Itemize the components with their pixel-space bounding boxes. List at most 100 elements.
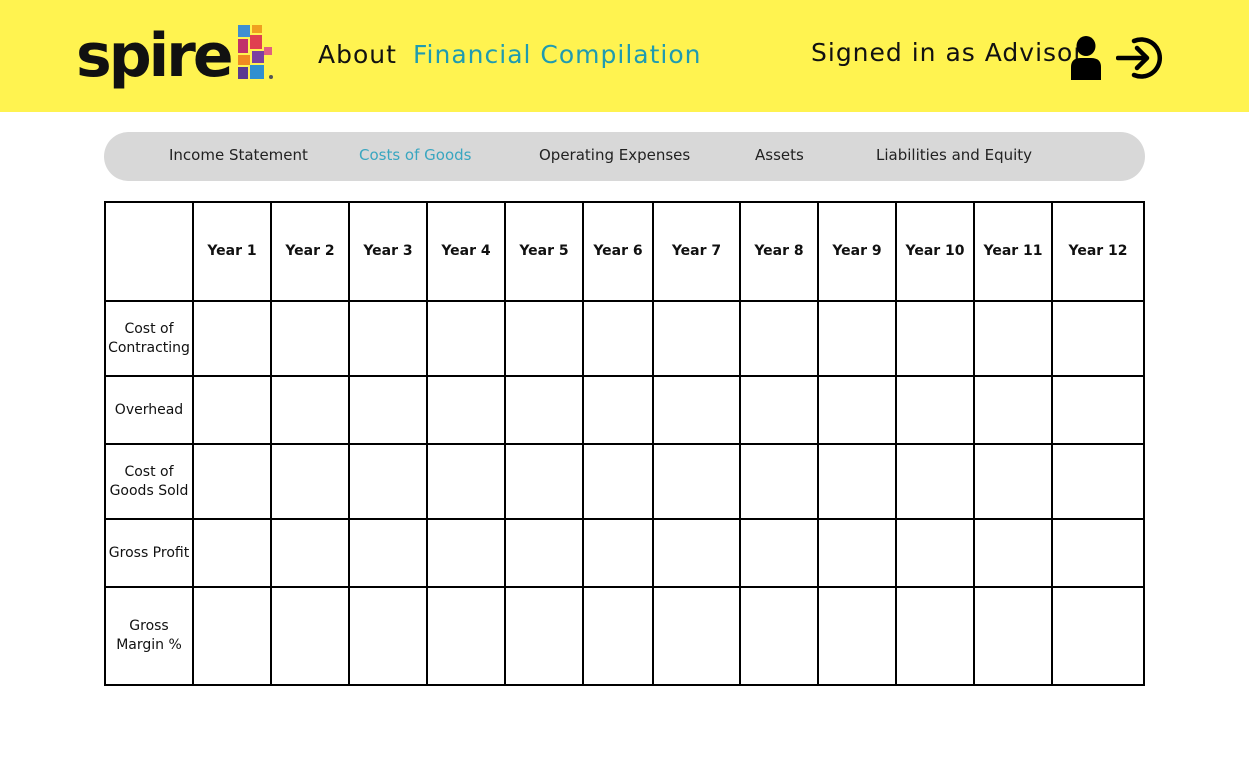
table-cell[interactable]	[504, 586, 584, 686]
table-cell[interactable]	[895, 375, 975, 445]
table-cell[interactable]	[973, 518, 1053, 588]
nav-financial-compilation-link[interactable]: Financial Compilation	[413, 40, 702, 69]
column-header: Year 9	[817, 201, 897, 302]
table-cell[interactable]	[426, 300, 506, 377]
column-header: Year 1	[192, 201, 272, 302]
table-cell[interactable]	[652, 443, 741, 520]
table-row: Cost of Goods Sold	[104, 443, 1145, 520]
table-cell[interactable]	[348, 375, 428, 445]
table-cell[interactable]	[652, 586, 741, 686]
table-cell[interactable]	[817, 443, 897, 520]
column-header: Year 12	[1051, 201, 1145, 302]
table-cell[interactable]	[739, 443, 819, 520]
costs-of-goods-table: Year 1 Year 2 Year 3 Year 4 Year 5 Year …	[104, 201, 1145, 686]
table-cell[interactable]	[895, 518, 975, 588]
table-cell[interactable]	[348, 586, 428, 686]
table-header-row: Year 1 Year 2 Year 3 Year 4 Year 5 Year …	[104, 201, 1145, 302]
table-cell[interactable]	[504, 300, 584, 377]
table-cell[interactable]	[582, 518, 654, 588]
column-header: Year 2	[270, 201, 350, 302]
table-cell[interactable]	[739, 518, 819, 588]
table-cell[interactable]	[270, 518, 350, 588]
tab-operating-expenses[interactable]: Operating Expenses	[539, 146, 690, 164]
sign-in-arrow-icon[interactable]	[1116, 35, 1164, 81]
spire-logo[interactable]: spire	[76, 21, 276, 96]
table-cell[interactable]	[504, 375, 584, 445]
row-label: Cost of Goods Sold	[104, 443, 194, 520]
row-label: Gross Margin %	[104, 586, 194, 686]
nav-about-link[interactable]: About	[318, 40, 397, 69]
table-cell[interactable]	[817, 586, 897, 686]
table-cell[interactable]	[582, 443, 654, 520]
signed-in-status: Signed in as Advisor	[811, 38, 1085, 67]
table-cell[interactable]	[1051, 300, 1145, 377]
table-cell[interactable]	[1051, 518, 1145, 588]
table-cell[interactable]	[582, 300, 654, 377]
row-label: Cost of Contracting	[104, 300, 194, 377]
table-cell[interactable]	[582, 375, 654, 445]
table-cell[interactable]	[426, 586, 506, 686]
table-cell[interactable]	[973, 586, 1053, 686]
table-cell[interactable]	[504, 443, 584, 520]
table-cell[interactable]	[348, 518, 428, 588]
corner-cell	[104, 201, 194, 302]
table-cell[interactable]	[270, 443, 350, 520]
table-cell[interactable]	[192, 300, 272, 377]
logo-mosaic-icon	[238, 25, 273, 79]
table-row: Gross Profit	[104, 518, 1145, 588]
column-header: Year 11	[973, 201, 1053, 302]
table-cell[interactable]	[973, 375, 1053, 445]
column-header: Year 4	[426, 201, 506, 302]
table-cell[interactable]	[652, 375, 741, 445]
table-cell[interactable]	[895, 300, 975, 377]
table-cell[interactable]	[895, 586, 975, 686]
column-header: Year 10	[895, 201, 975, 302]
table-row: Cost of Contracting	[104, 300, 1145, 377]
table-cell[interactable]	[895, 443, 975, 520]
table-row: Gross Margin %	[104, 586, 1145, 686]
user-icon[interactable]	[1068, 36, 1104, 80]
table-cell[interactable]	[1051, 375, 1145, 445]
section-tabs: Income Statement Costs of Goods Operatin…	[104, 132, 1145, 181]
column-header: Year 3	[348, 201, 428, 302]
logo-text: spire	[76, 21, 234, 91]
table-cell[interactable]	[270, 375, 350, 445]
table-cell[interactable]	[426, 375, 506, 445]
tab-costs-of-goods[interactable]: Costs of Goods	[359, 146, 471, 164]
table-cell[interactable]	[582, 586, 654, 686]
tab-income-statement[interactable]: Income Statement	[169, 146, 308, 164]
table-cell[interactable]	[192, 518, 272, 588]
table-cell[interactable]	[739, 300, 819, 377]
tab-assets[interactable]: Assets	[755, 146, 804, 164]
top-header: spire About Financial Compilation Signed…	[0, 0, 1249, 112]
table-cell[interactable]	[817, 518, 897, 588]
table-cell[interactable]	[817, 375, 897, 445]
table-cell[interactable]	[1051, 443, 1145, 520]
column-header: Year 8	[739, 201, 819, 302]
table-cell[interactable]	[348, 300, 428, 377]
table-cell[interactable]	[973, 300, 1053, 377]
table-cell[interactable]	[426, 518, 506, 588]
table-cell[interactable]	[652, 518, 741, 588]
table-cell[interactable]	[504, 518, 584, 588]
table-cell[interactable]	[973, 443, 1053, 520]
table-cell[interactable]	[270, 586, 350, 686]
table-cell[interactable]	[270, 300, 350, 377]
row-label: Overhead	[104, 375, 194, 445]
column-header: Year 7	[652, 201, 741, 302]
table-cell[interactable]	[192, 375, 272, 445]
table-cell[interactable]	[192, 586, 272, 686]
table-cell[interactable]	[652, 300, 741, 377]
table-cell[interactable]	[426, 443, 506, 520]
row-label: Gross Profit	[104, 518, 194, 588]
table-row: Overhead	[104, 375, 1145, 445]
table-cell[interactable]	[1051, 586, 1145, 686]
column-header: Year 5	[504, 201, 584, 302]
table-cell[interactable]	[817, 300, 897, 377]
table-cell[interactable]	[739, 586, 819, 686]
table-cell[interactable]	[739, 375, 819, 445]
column-header: Year 6	[582, 201, 654, 302]
tab-liabilities-and-equity[interactable]: Liabilities and Equity	[876, 146, 1032, 164]
table-cell[interactable]	[348, 443, 428, 520]
table-cell[interactable]	[192, 443, 272, 520]
